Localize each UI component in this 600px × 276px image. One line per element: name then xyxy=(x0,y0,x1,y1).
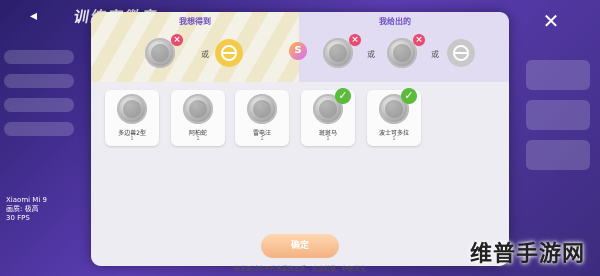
or-label: 或 xyxy=(367,50,375,59)
back-icon[interactable]: ◂ xyxy=(30,8,48,24)
badge-count: 1 xyxy=(196,136,200,142)
badge-count: 1 xyxy=(326,136,330,142)
pokeball-slot-icon[interactable] xyxy=(215,39,243,67)
close-icon[interactable]: ✕ xyxy=(541,11,561,31)
badge-count: 1 xyxy=(260,136,264,142)
watermark: 维普手游网 xyxy=(470,242,586,267)
left-pill xyxy=(4,50,74,64)
give-badge-coin[interactable] xyxy=(323,38,353,68)
check-icon: ✓ xyxy=(335,88,351,104)
right-chip xyxy=(526,60,590,90)
wanted-badge-coin[interactable] xyxy=(145,38,175,68)
or-label: 或 xyxy=(201,50,209,59)
badge-card[interactable]: 阿柏蛇 1 xyxy=(171,90,225,146)
want-section: 我想得到 × 或 xyxy=(91,12,299,82)
badge-count: 1 xyxy=(130,136,134,142)
pokeball-icon xyxy=(221,45,237,61)
confirm-button[interactable]: 确定 xyxy=(261,234,339,258)
right-chip xyxy=(526,100,590,130)
remove-icon[interactable]: × xyxy=(349,34,361,46)
coin-face xyxy=(385,100,403,118)
left-pill xyxy=(4,122,74,136)
coin-face xyxy=(151,44,169,62)
left-pill xyxy=(4,98,74,112)
give-title: 我给出的 xyxy=(379,17,411,26)
badge-count: 1 xyxy=(392,136,396,142)
right-side-panel xyxy=(514,40,600,240)
badge-coin xyxy=(117,94,147,124)
coin-face xyxy=(329,44,347,62)
or-label: 或 xyxy=(431,50,439,59)
badge-card[interactable]: 雷电汪 1 xyxy=(235,90,289,146)
give-section: 我给出的 × 或 × 或 xyxy=(299,12,509,82)
coin-face xyxy=(123,100,141,118)
badge-card[interactable]: ✓ 斑斑马 1 xyxy=(301,88,355,146)
coin-face xyxy=(319,100,337,118)
trade-dialog: 我想得到 × 或 我给出的 × 或 × 或 S 多边兽2型 1 阿柏蛇 1 雷电… xyxy=(91,12,509,266)
want-title: 我想得到 xyxy=(179,17,211,26)
device-info: Xiaomi Mi 9 画质: 极高 30 FPS xyxy=(6,196,47,223)
right-chip xyxy=(526,140,590,170)
check-icon: ✓ xyxy=(401,88,417,104)
badge-coin xyxy=(247,94,277,124)
remove-icon[interactable]: × xyxy=(413,34,425,46)
coin-face xyxy=(393,44,411,62)
remove-icon[interactable]: × xyxy=(171,34,183,46)
badge-coin xyxy=(183,94,213,124)
device-quality: 画质: 极高 xyxy=(6,205,39,213)
coin-face xyxy=(189,100,207,118)
left-side-panel xyxy=(0,40,82,210)
badge-card[interactable]: 多边兽2型 1 xyxy=(105,90,159,146)
swap-icon: S xyxy=(289,42,307,60)
give-badge-coin[interactable] xyxy=(387,38,417,68)
coin-face xyxy=(253,100,271,118)
left-pill xyxy=(4,74,74,88)
pokeball-slot-icon[interactable] xyxy=(447,39,475,67)
badge-card[interactable]: ✓ 波士可多拉 1 xyxy=(367,88,421,146)
device-fps: 30 FPS xyxy=(6,214,30,222)
device-model: Xiaomi Mi 9 xyxy=(6,196,47,204)
pokeball-icon xyxy=(453,45,469,61)
